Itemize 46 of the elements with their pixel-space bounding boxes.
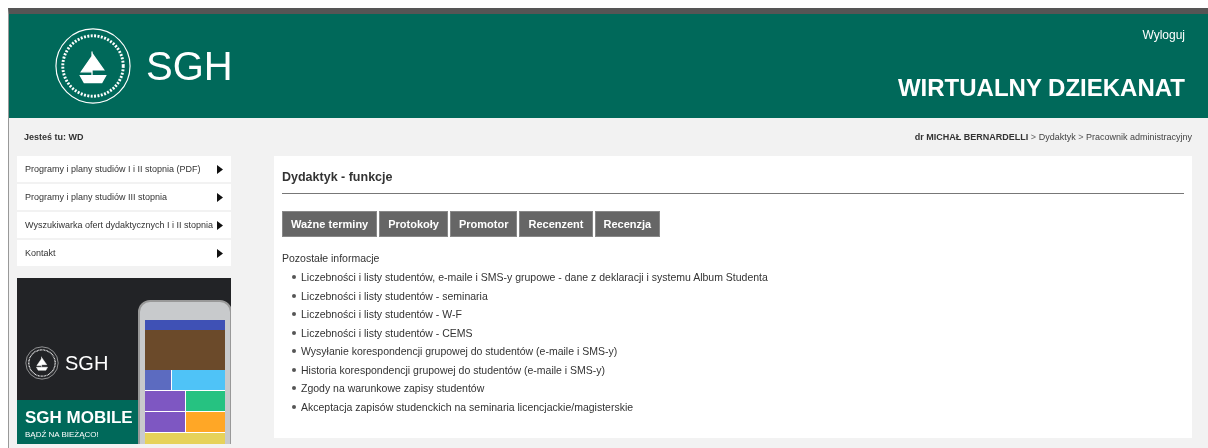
info-link[interactable]: Liczebności i listy studentów - seminaria — [301, 289, 488, 302]
bullet-icon — [292, 312, 296, 317]
user-name: dr MICHAŁ BERNARDELLI — [914, 132, 1029, 142]
breadcrumb-link[interactable]: Pracownik administracyjny — [1085, 132, 1192, 142]
logo-text: SGH — [65, 351, 109, 375]
breadcrumb-separator: > — [1030, 132, 1037, 142]
breadcrumb-link[interactable]: Dydaktyk — [1038, 132, 1076, 142]
sidebar-item[interactable]: Programy i plany studiów III stopnia — [17, 184, 231, 210]
logo-text: SGH — [146, 43, 233, 89]
seal-logo-icon — [54, 27, 132, 105]
seal-logo-icon — [25, 346, 59, 380]
info-link[interactable]: Liczebności i listy studentów, e-maile i SMS-y grupowe - dane z deklaracji i systemu Album Studenta — [301, 271, 768, 284]
sidebar-item[interactable]: Wyszukiwarka ofert dydaktycznych I i II stopnia — [17, 212, 231, 238]
info-label: Pozostałe informacje — [282, 252, 381, 264]
bullet-icon — [292, 367, 296, 372]
section-title: Dydaktyk - funkcje — [282, 168, 1184, 194]
info-link[interactable]: Liczebności i listy studentów - W-F — [301, 308, 462, 321]
info-link[interactable]: Zgody na warunkowe zapisy studentów — [301, 382, 485, 395]
function-button[interactable]: Recenzent — [519, 211, 593, 237]
info-link[interactable]: Liczebności i listy studentów - CEMS — [301, 326, 473, 339]
banner-subtitle: BĄDŹ NA BIEŻĄCO! — [25, 430, 100, 439]
function-button[interactable]: Promotor — [449, 211, 518, 237]
sidebar-item[interactable]: Programy i plany studiów I i II stopnia (PDF) — [17, 156, 231, 182]
logout-link[interactable]: Wyloguj — [1142, 28, 1185, 42]
app-title: WIRTUALNY DZIEKANAT — [897, 74, 1185, 102]
bullet-icon — [292, 293, 296, 298]
bullet-icon — [292, 275, 296, 280]
triangle-icon — [217, 220, 223, 230]
sidebar-item[interactable]: Kontakt — [17, 240, 231, 266]
bullet-icon — [292, 404, 296, 409]
breadcrumb-separator: > — [1078, 132, 1084, 142]
function-button[interactable]: Ważne terminy — [282, 211, 378, 237]
function-button[interactable]: Protokoły — [379, 211, 448, 237]
function-button[interactable]: Recenzja — [594, 211, 661, 237]
triangle-icon — [217, 164, 223, 174]
triangle-icon — [217, 192, 223, 202]
location-label: Jesteś tu: WD — [24, 132, 84, 142]
bullet-icon — [292, 349, 296, 354]
triangle-icon — [217, 248, 223, 258]
banner-title: SGH MOBILE — [25, 408, 134, 428]
info-link[interactable]: Wysyłanie korespondencji grupowej do studentów (e-maile i SMS-y) — [301, 345, 618, 358]
app-promo-banner[interactable]: SGH SGH MOBILE BĄDŹ NA BIEŻĄCO! — [17, 278, 231, 444]
info-link[interactable]: Historia korespondencji grupowej do studentów (e-maile i SMS-y) — [301, 363, 606, 376]
bullet-icon — [292, 330, 296, 335]
bullet-icon — [292, 386, 296, 391]
info-link[interactable]: Akceptacja zapisów studenckich na seminaria licencjackie/magisterskie — [301, 400, 634, 413]
